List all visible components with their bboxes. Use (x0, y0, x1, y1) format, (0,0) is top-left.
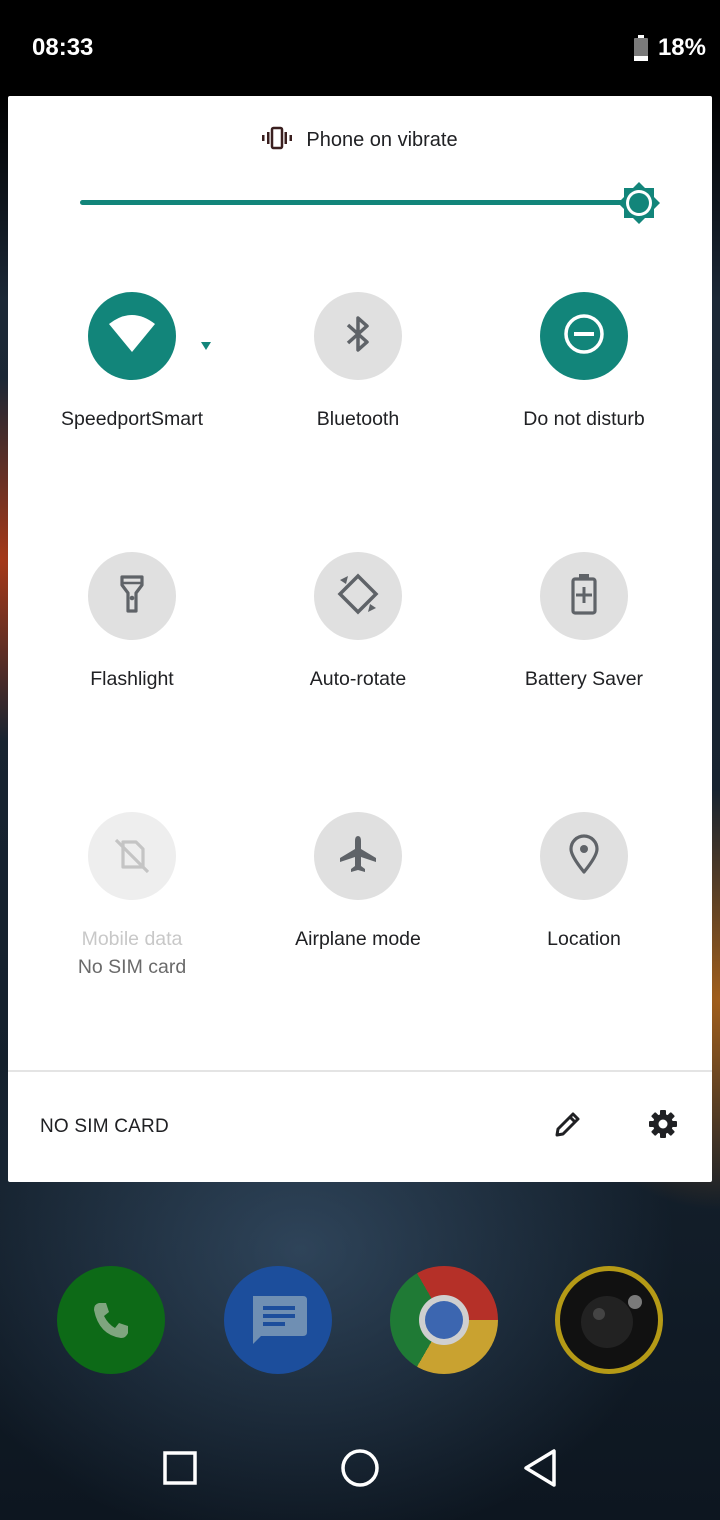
tile-label-wifi: SpeedportSmart (61, 408, 203, 430)
tile-label-battery-saver: Battery Saver (524, 668, 644, 690)
tile-label-bluetooth: Bluetooth (316, 408, 400, 430)
tile-label-auto-rotate: Auto-rotate (309, 668, 407, 690)
bluetooth-toggle[interactable] (314, 292, 402, 380)
wifi-icon (107, 314, 157, 359)
tile-label-do-not-disturb: Do not disturb (523, 408, 645, 430)
quick-settings-panel: Phone on vibrate SpeedportSmart Bluetoot… (8, 96, 712, 1182)
tile-auto-rotate[interactable]: Auto-rotate (248, 552, 468, 752)
navigation-bar (0, 1420, 720, 1520)
battery-percent: 18% (657, 34, 706, 61)
recents-button[interactable] (158, 1448, 202, 1492)
tile-label-airplane-mode: Airplane mode (295, 928, 421, 950)
gear-icon (648, 1109, 678, 1144)
location-icon (568, 833, 600, 879)
mobile-data-toggle[interactable] (88, 812, 176, 900)
tile-label-flashlight: Flashlight (90, 668, 174, 690)
tile-label-location: Location (547, 928, 621, 950)
tile-wifi[interactable]: SpeedportSmart (22, 292, 242, 492)
tile-do-not-disturb[interactable]: Do not disturb (474, 292, 694, 492)
battery-saver-toggle[interactable] (540, 552, 628, 640)
home-icon (340, 1448, 380, 1493)
mobile-data-off-icon (112, 834, 152, 879)
brightness-slider[interactable] (80, 180, 670, 226)
flashlight-icon (119, 574, 145, 619)
pencil-icon (553, 1109, 583, 1144)
status-bar: 08:33 18% (0, 0, 720, 96)
camera-app-icon[interactable] (555, 1266, 663, 1374)
airplane-icon (337, 833, 379, 880)
ringer-status[interactable]: Phone on vibrate (8, 120, 712, 160)
tile-bluetooth[interactable]: Bluetooth (248, 292, 468, 492)
battery-saver-icon (571, 573, 597, 620)
carrier-text: NO SIM CARD (40, 1116, 169, 1137)
back-button[interactable] (518, 1448, 562, 1492)
brightness-thumb[interactable] (616, 180, 662, 226)
flashlight-toggle[interactable] (88, 552, 176, 640)
vibrate-icon (262, 126, 293, 155)
tile-mobile-data[interactable]: Mobile data No SIM card (22, 812, 242, 1012)
footer-divider (8, 1070, 712, 1072)
back-icon (522, 1448, 558, 1493)
wifi-toggle[interactable] (88, 292, 176, 380)
tile-airplane-mode[interactable]: Airplane mode (248, 812, 468, 1012)
home-button[interactable] (338, 1448, 382, 1492)
tile-label-mobile-data: Mobile data (81, 928, 183, 950)
location-toggle[interactable] (540, 812, 628, 900)
status-clock: 08:33 (32, 34, 94, 61)
chrome-app-icon[interactable] (390, 1266, 498, 1374)
messages-app-icon[interactable] (224, 1266, 332, 1374)
recents-icon (163, 1450, 197, 1490)
ringer-text: Phone on vibrate (306, 128, 458, 151)
phone-app-icon[interactable] (57, 1266, 165, 1374)
bluetooth-icon (343, 314, 373, 359)
airplane-mode-toggle[interactable] (314, 812, 402, 900)
auto-rotate-toggle[interactable] (314, 552, 402, 640)
tile-flashlight[interactable]: Flashlight (22, 552, 242, 752)
wifi-dropdown-icon[interactable] (200, 338, 212, 356)
tile-location[interactable]: Location (474, 812, 694, 1012)
settings-button[interactable] (645, 1108, 681, 1144)
do-not-disturb-icon (563, 313, 605, 360)
battery-indicator: 18% (633, 34, 706, 62)
do-not-disturb-toggle[interactable] (540, 292, 628, 380)
edit-tiles-button[interactable] (550, 1108, 586, 1144)
brightness-track (80, 200, 632, 205)
tile-battery-saver[interactable]: Battery Saver (474, 552, 694, 752)
battery-icon (633, 35, 648, 61)
auto-rotate-icon (336, 572, 380, 621)
tile-sublabel-mobile-data: No SIM card (77, 956, 187, 978)
